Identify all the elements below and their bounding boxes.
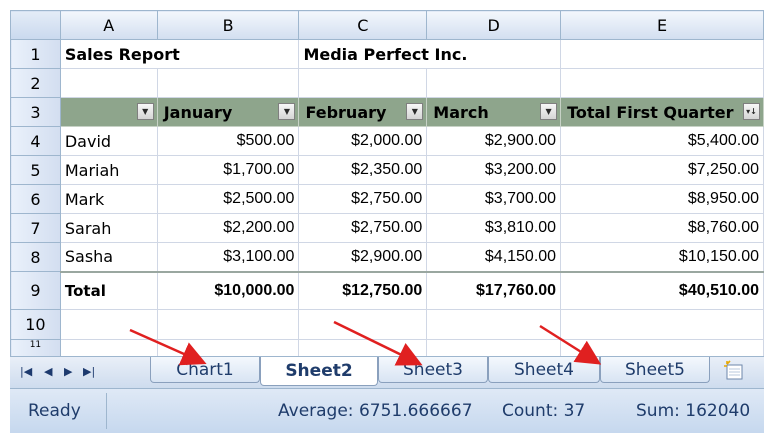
cell-january[interactable]: $2,200.00 xyxy=(156,213,300,243)
row-header[interactable]: 1 xyxy=(10,39,61,69)
last-sheet-icon[interactable]: ▶| xyxy=(83,365,95,378)
worksheet-grid[interactable]: A B C D E 1 Sales Report Media Perfect I… xyxy=(10,10,764,356)
cell[interactable] xyxy=(560,309,764,340)
cell-january[interactable]: $3,100.00 xyxy=(156,242,300,273)
cell-total[interactable]: $7,250.00 xyxy=(560,155,764,185)
status-count: Count: 37 xyxy=(502,401,586,421)
header-cell-march[interactable]: March ▼ xyxy=(426,97,562,127)
cell-total-february[interactable]: $12,750.00 xyxy=(298,271,428,310)
filter-dropdown-icon[interactable]: ▼ xyxy=(406,103,424,120)
cell-total[interactable]: $8,760.00 xyxy=(560,213,764,243)
spreadsheet-table: A B C D E 1 Sales Report Media Perfect I… xyxy=(10,10,764,356)
cell[interactable] xyxy=(59,309,158,340)
status-bar: Ready Average: 6751.666667 Count: 37 Sum… xyxy=(10,388,764,433)
header-cell-name[interactable]: ▼ xyxy=(59,97,158,127)
filter-dropdown-icon[interactable]: ▼ xyxy=(136,103,154,120)
row-header[interactable]: 4 xyxy=(10,126,61,156)
cell[interactable] xyxy=(426,309,562,340)
row-header[interactable]: 2 xyxy=(10,68,61,98)
cell-name[interactable]: Mark xyxy=(59,184,158,214)
cell[interactable] xyxy=(156,339,300,356)
cell[interactable] xyxy=(156,309,300,340)
cell[interactable] xyxy=(560,68,764,98)
cell-total[interactable]: $8,950.00 xyxy=(560,184,764,214)
cell-february[interactable]: $2,000.00 xyxy=(298,126,428,156)
sort-filter-dropdown-icon[interactable]: ▾↓ xyxy=(743,103,760,120)
cell-march[interactable]: $2,900.00 xyxy=(426,126,562,156)
column-header-e[interactable]: E xyxy=(560,10,764,40)
cell[interactable] xyxy=(156,68,300,98)
cell-january[interactable]: $1,700.00 xyxy=(156,155,300,185)
filter-dropdown-icon[interactable]: ▼ xyxy=(278,103,296,120)
cell-february[interactable]: $2,900.00 xyxy=(298,242,428,273)
insert-worksheet-icon[interactable] xyxy=(722,360,746,382)
next-sheet-icon[interactable]: ▶ xyxy=(64,365,72,378)
cell-january[interactable]: $2,500.00 xyxy=(156,184,300,214)
status-ready: Ready xyxy=(28,401,81,421)
select-all-corner[interactable] xyxy=(10,10,61,40)
row-header[interactable]: 8 xyxy=(10,242,61,272)
status-divider xyxy=(106,393,107,429)
tab-sheet2[interactable]: Sheet2 xyxy=(260,357,378,386)
cell-february[interactable]: $2,350.00 xyxy=(298,155,428,185)
tab-sheet5[interactable]: Sheet5 xyxy=(600,357,710,383)
cell[interactable] xyxy=(298,339,428,356)
cell-january[interactable]: $500.00 xyxy=(156,126,300,156)
cell[interactable] xyxy=(298,309,428,340)
header-label-total: Total First Quarter xyxy=(567,102,734,122)
tab-sheet4[interactable]: Sheet4 xyxy=(488,357,600,383)
cell-total[interactable]: $10,150.00 xyxy=(560,242,764,273)
cell[interactable] xyxy=(298,68,428,98)
row-header[interactable]: 6 xyxy=(10,184,61,214)
status-sum: Sum: 162040 xyxy=(636,401,751,421)
tab-sheet3[interactable]: Sheet3 xyxy=(378,357,488,383)
row-header[interactable]: 9 xyxy=(10,271,61,310)
status-average: Average: 6751.666667 xyxy=(278,401,473,421)
cell-total-march[interactable]: $17,760.00 xyxy=(426,271,562,310)
row-header[interactable]: 5 xyxy=(10,155,61,185)
header-label-january: January xyxy=(163,102,233,122)
cell-name[interactable]: Sasha xyxy=(59,242,158,273)
column-header-a[interactable]: A xyxy=(59,10,158,40)
tab-chart1[interactable]: Chart1 xyxy=(150,357,260,383)
cell-total[interactable]: $5,400.00 xyxy=(560,126,764,156)
column-header-d[interactable]: D xyxy=(426,10,562,40)
cell-total-january[interactable]: $10,000.00 xyxy=(156,271,300,310)
cell-total-label[interactable]: Total xyxy=(59,271,158,310)
cell-march[interactable]: $3,700.00 xyxy=(426,184,562,214)
cell-c1-company[interactable]: Media Perfect Inc. xyxy=(298,39,562,69)
cell[interactable] xyxy=(59,68,158,98)
header-label-march: March xyxy=(433,102,489,122)
cell-march[interactable]: $4,150.00 xyxy=(426,242,562,273)
header-cell-january[interactable]: January ▼ xyxy=(156,97,300,127)
cell[interactable] xyxy=(560,339,764,356)
cell-march[interactable]: $3,200.00 xyxy=(426,155,562,185)
header-label-february: February xyxy=(305,102,387,122)
cell-march[interactable]: $3,810.00 xyxy=(426,213,562,243)
cell-grand-total[interactable]: $40,510.00 xyxy=(560,271,764,310)
cell[interactable] xyxy=(426,68,562,98)
row-header[interactable]: 11 xyxy=(10,339,61,356)
header-cell-total[interactable]: Total First Quarter ▾↓ xyxy=(560,97,764,127)
sheet-tab-bar: |◀ ◀ ▶ ▶| Chart1 Sheet2 Sheet3 Sheet4 Sh… xyxy=(10,356,764,388)
cell-name[interactable]: David xyxy=(59,126,158,156)
column-header-b[interactable]: B xyxy=(156,10,300,40)
cell-name[interactable]: Sarah xyxy=(59,213,158,243)
first-sheet-icon[interactable]: |◀ xyxy=(20,365,32,378)
cell[interactable] xyxy=(59,339,158,356)
cell-february[interactable]: $2,750.00 xyxy=(298,213,428,243)
filter-dropdown-icon[interactable]: ▼ xyxy=(540,103,558,120)
row-header[interactable]: 3 xyxy=(10,97,61,127)
cell-name[interactable]: Mariah xyxy=(59,155,158,185)
cell[interactable] xyxy=(560,39,764,69)
cell[interactable] xyxy=(426,339,562,356)
row-header[interactable]: 10 xyxy=(10,309,61,340)
cell-a1-title[interactable]: Sales Report xyxy=(59,39,300,69)
prev-sheet-icon[interactable]: ◀ xyxy=(44,365,52,378)
column-header-c[interactable]: C xyxy=(298,10,428,40)
cell-february[interactable]: $2,750.00 xyxy=(298,184,428,214)
header-cell-february[interactable]: February ▼ xyxy=(298,97,428,127)
row-header[interactable]: 7 xyxy=(10,213,61,243)
